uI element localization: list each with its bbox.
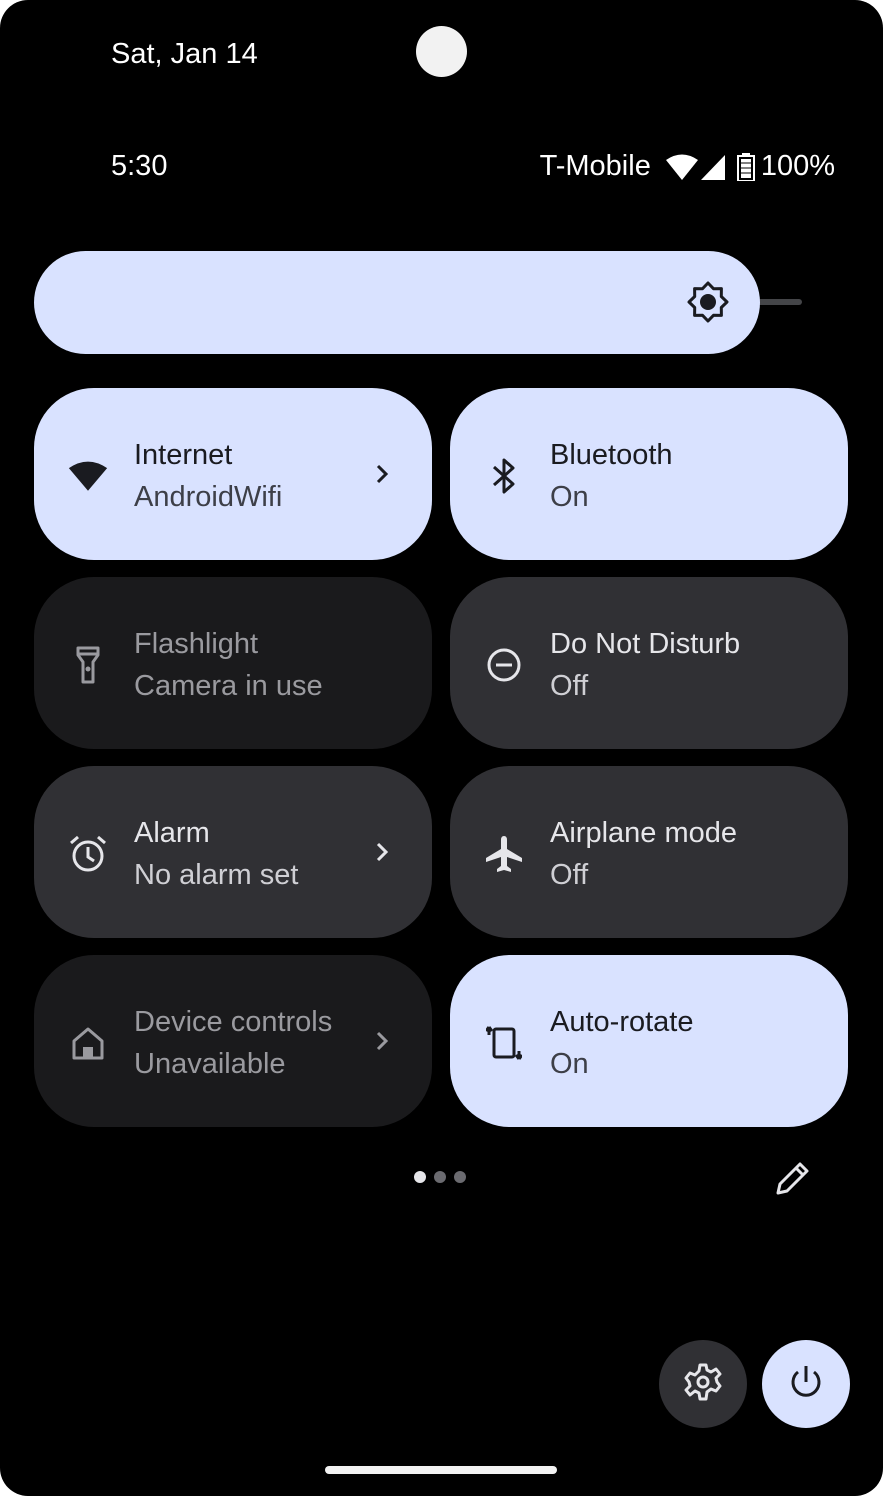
tile-device-controls[interactable]: Device controls Unavailable [34, 955, 432, 1127]
camera-cutout [416, 26, 467, 77]
tile-auto-rotate[interactable]: Auto-rotate On [450, 955, 848, 1127]
chevron-right-icon [368, 838, 396, 866]
page-indicator [414, 1171, 466, 1183]
battery-percent: 100% [760, 150, 835, 182]
tile-subtitle: Camera in use [134, 670, 323, 702]
home-icon [68, 1023, 108, 1063]
settings-button[interactable] [659, 1340, 747, 1428]
do-not-disturb-icon [484, 645, 524, 685]
auto-rotate-icon [484, 1023, 524, 1063]
tile-title: Alarm [134, 817, 210, 849]
airplane-icon [484, 834, 524, 874]
flashlight-icon [68, 645, 108, 685]
chevron-right-icon [368, 1027, 396, 1055]
page-dot-active [414, 1171, 426, 1183]
carrier-label: T-Mobile [539, 150, 651, 182]
brightness-track[interactable] [755, 299, 802, 305]
status-icons: T-Mobile 100% [540, 150, 835, 183]
tile-title: Do Not Disturb [550, 628, 741, 660]
edit-pencil-icon[interactable] [774, 1159, 812, 1197]
date-label: Sat, Jan 14 [111, 38, 258, 70]
power-button[interactable] [762, 1340, 850, 1428]
tile-alarm[interactable]: Alarm No alarm set [34, 766, 432, 938]
tile-subtitle: Off [550, 859, 589, 891]
tile-title: Airplane mode [550, 817, 737, 849]
brightness-slider[interactable] [34, 251, 760, 354]
tile-title: Auto-rotate [550, 1006, 694, 1038]
tile-subtitle: AndroidWifi [134, 481, 283, 513]
cell-signal-icon [699, 153, 727, 181]
home-gesture-bar[interactable] [325, 1466, 557, 1474]
brightness-icon [686, 280, 730, 329]
battery-icon [736, 152, 755, 181]
tile-title: Bluetooth [550, 439, 673, 471]
tile-subtitle: No alarm set [134, 859, 299, 891]
tile-title: Device controls [134, 1006, 333, 1038]
wifi-signal-icon [665, 153, 699, 181]
tile-flashlight[interactable]: Flashlight Camera in use [34, 577, 432, 749]
page-dot [434, 1171, 446, 1183]
gear-icon [683, 1362, 723, 1407]
bluetooth-icon [484, 456, 524, 496]
page-dot [454, 1171, 466, 1183]
tile-subtitle: On [550, 481, 589, 513]
tile-subtitle: On [550, 1048, 589, 1080]
tile-title: Flashlight [134, 628, 259, 660]
power-icon [786, 1362, 826, 1407]
tile-subtitle: Unavailable [134, 1048, 286, 1080]
wifi-icon [68, 456, 108, 496]
chevron-right-icon [368, 460, 396, 488]
tile-title: Internet [134, 439, 233, 471]
quick-settings-panel: Sat, Jan 14 5:30 T-Mobile 100% Internet … [0, 0, 883, 1496]
tile-subtitle: Off [550, 670, 589, 702]
clock[interactable]: 5:30 [111, 150, 167, 183]
tile-airplane-mode[interactable]: Airplane mode Off [450, 766, 848, 938]
tile-do-not-disturb[interactable]: Do Not Disturb Off [450, 577, 848, 749]
tile-bluetooth[interactable]: Bluetooth On [450, 388, 848, 560]
alarm-icon [68, 834, 108, 874]
tile-internet[interactable]: Internet AndroidWifi [34, 388, 432, 560]
